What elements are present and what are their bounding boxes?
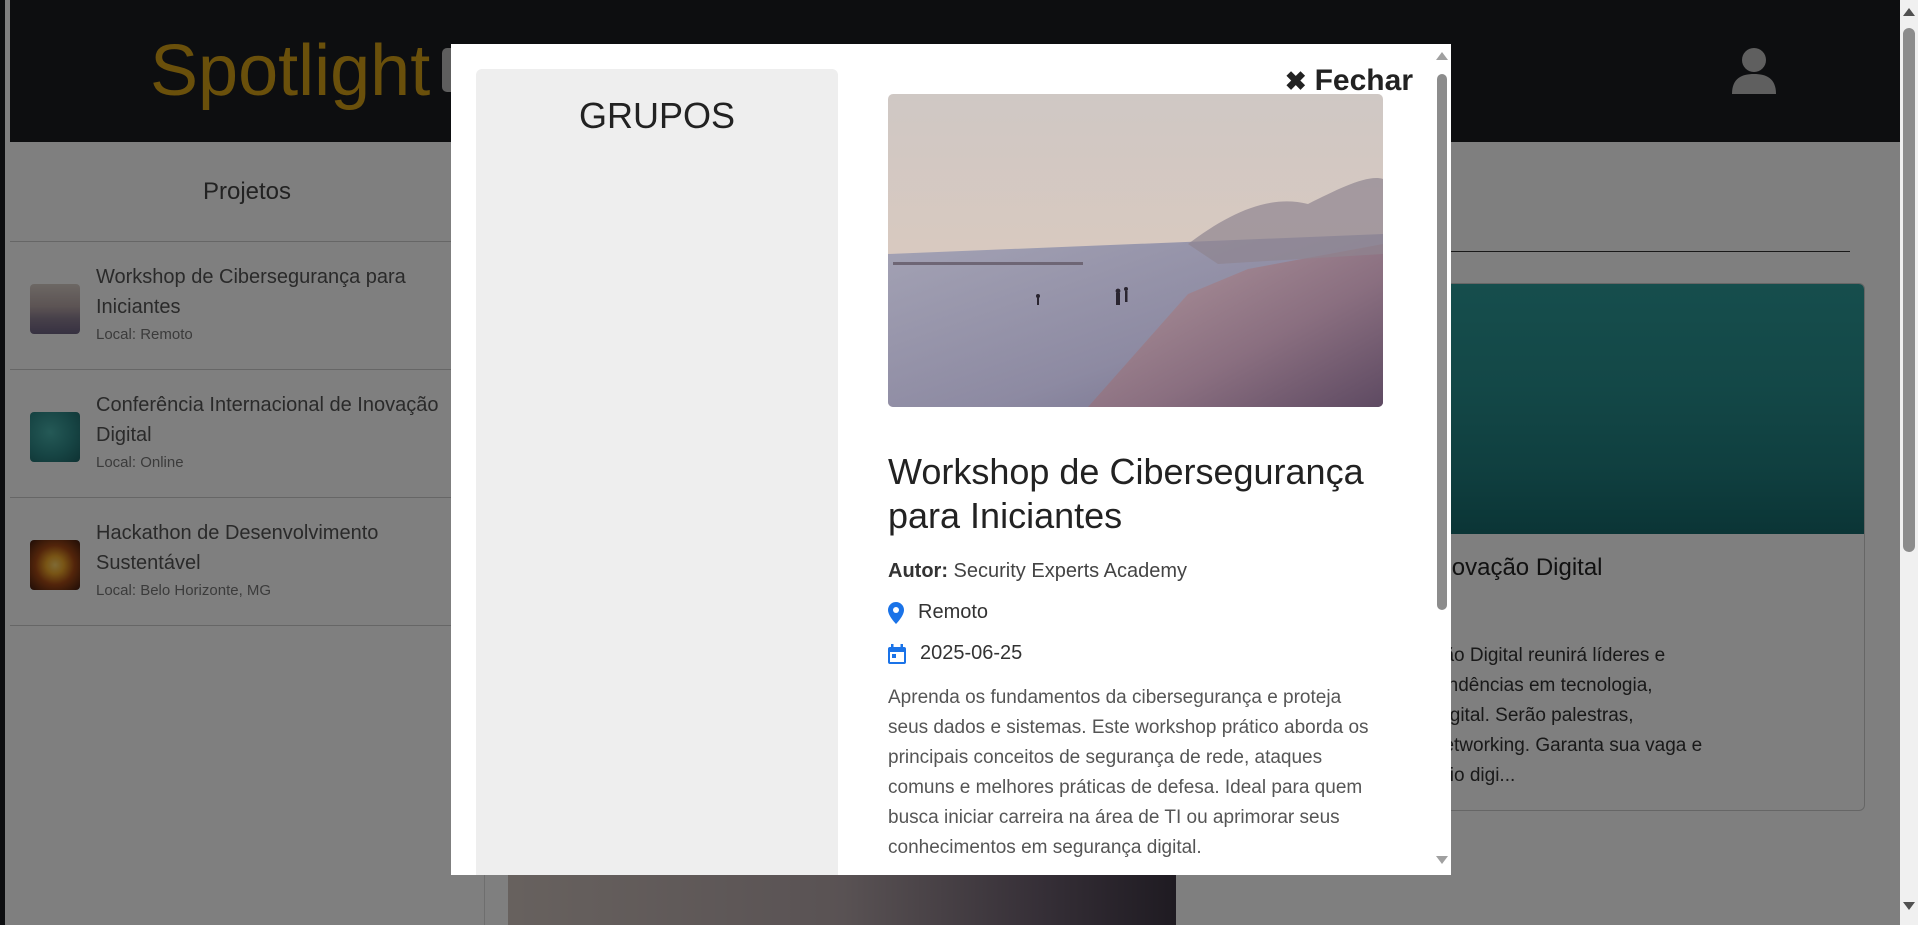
calendar-icon bbox=[888, 643, 906, 664]
project-date-row: 2025-06-25 bbox=[888, 642, 1383, 665]
project-location-row: Remoto bbox=[888, 601, 1383, 624]
project-title: Workshop de Cibersegurança para Iniciant… bbox=[888, 451, 1364, 536]
close-button[interactable]: ✖ Fechar bbox=[1285, 64, 1413, 98]
window-scroll-up-arrow[interactable] bbox=[1903, 8, 1915, 16]
window-scroll-thumb[interactable] bbox=[1903, 28, 1915, 552]
scroll-up-arrow[interactable] bbox=[1436, 52, 1448, 60]
project-detail-modal: GRUPOS ✖ Fechar Workshop de Ciberseguran… bbox=[451, 44, 1451, 875]
close-icon: ✖ bbox=[1284, 65, 1307, 96]
window-scroll-down-arrow[interactable] bbox=[1903, 902, 1915, 910]
project-description: Aprenda os fundamentos da cibersegurança… bbox=[888, 687, 1369, 858]
scroll-down-arrow[interactable] bbox=[1436, 856, 1448, 864]
beach-photo bbox=[888, 94, 1383, 407]
close-label: Fechar bbox=[1314, 64, 1413, 97]
project-author: Autor: Security Experts Academy bbox=[888, 560, 1383, 583]
project-location-value: Remoto bbox=[918, 601, 989, 623]
author-name: Security Experts Academy bbox=[953, 560, 1187, 582]
project-date-value: 2025-06-25 bbox=[920, 642, 1023, 664]
map-pin-icon bbox=[888, 601, 904, 624]
modal-scroll-thumb[interactable] bbox=[1437, 74, 1447, 610]
project-detail: Workshop de Cibersegurança para Iniciant… bbox=[888, 94, 1383, 863]
project-image bbox=[888, 94, 1383, 407]
groups-panel: GRUPOS bbox=[476, 69, 838, 875]
groups-title: GRUPOS bbox=[578, 95, 736, 136]
author-label: Autor: bbox=[888, 560, 948, 582]
